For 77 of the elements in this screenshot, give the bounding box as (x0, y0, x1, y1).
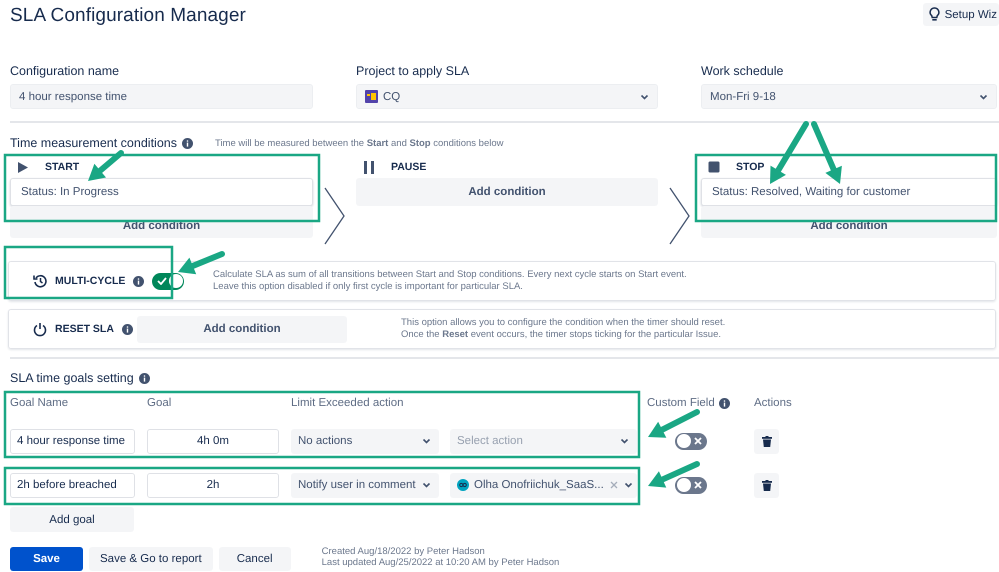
column-header: Goal (147, 397, 172, 409)
pause-icon (363, 160, 375, 174)
annotation-arrow (770, 121, 809, 184)
info-icon (138, 372, 150, 384)
select-field[interactable]: No actions (291, 428, 439, 454)
clear-icon (610, 481, 618, 489)
text-field[interactable]: 4 hour response time (10, 84, 313, 109)
field-label: Work schedule (701, 64, 784, 78)
column-header: Actions (754, 397, 792, 409)
select-field[interactable]: CQ (356, 84, 658, 109)
section-title: SLA time goals setting (10, 371, 134, 385)
caret-icon (640, 94, 649, 100)
description-text: Once the Reset event occurs, the timer stops ticking for the particular Issue. (401, 329, 722, 341)
power-icon (33, 322, 47, 336)
section-title: Time measurement conditions (10, 136, 177, 150)
annotation-arrow (648, 409, 700, 438)
add-condition-button[interactable]: Add condition (137, 316, 347, 342)
setup-wizard-button[interactable]: Setup Wiz (922, 3, 999, 26)
info-icon (122, 324, 133, 334)
condition-chip[interactable]: Status: Resolved, Waiting for customer (701, 178, 997, 206)
meta-text: Last updated Aug/25/2022 at 10:20 AM by Peter Hadson (322, 557, 560, 568)
delete-button[interactable] (754, 472, 779, 498)
trash-icon (762, 436, 772, 446)
save-button[interactable]: Save (10, 547, 83, 571)
toggle-switch[interactable] (152, 272, 184, 290)
annotation-arrow (811, 121, 842, 184)
text-field[interactable]: 2h before breached (10, 472, 135, 498)
close-icon (694, 481, 702, 489)
option-label: RESET SLA (55, 323, 114, 335)
hint-text: Time will be measured between the Start and Stop conditions below (214, 138, 504, 148)
caret-icon (624, 482, 633, 488)
caret-icon (422, 438, 431, 444)
condition-chip[interactable]: Status: In Progress (10, 178, 313, 206)
lightbulb-icon (928, 7, 940, 22)
condition-type-label: START (45, 161, 80, 173)
caret-icon (620, 438, 629, 444)
select-field[interactable]: Olha Onofriichuk_SaaS... (450, 472, 637, 498)
annotation-arrow (648, 461, 700, 488)
description-text: This option allows you to configure the condition when the timer should reset. (401, 317, 726, 329)
column-header: Custom Field (647, 397, 715, 409)
condition-type-label: STOP (736, 161, 764, 173)
select-field[interactable]: Notify user in comment (291, 472, 439, 498)
field-label: Configuration name (10, 64, 120, 78)
info-icon (182, 138, 193, 148)
column-header: Limit Exceeded action (291, 397, 404, 409)
description-text: Calculate SLA as sum of all transitions between Start and Stop conditions. Every next cycle starts on Start event. (213, 269, 687, 281)
toggle-switch[interactable] (675, 476, 707, 494)
add-goal-button[interactable]: Add goal (10, 507, 134, 532)
page-title: SLA Configuration Manager (10, 5, 246, 27)
play-icon (17, 160, 29, 174)
project-icon (365, 90, 378, 103)
option-label: MULTI-CYCLE (55, 275, 126, 287)
info-icon (133, 276, 144, 286)
text-field[interactable]: 4 hour response time (10, 428, 135, 454)
column-header: Goal Name (10, 397, 68, 409)
close-icon (694, 437, 702, 445)
stop-icon (708, 160, 720, 174)
annotation-arrow (88, 150, 124, 181)
field-label: Project to apply SLA (356, 64, 470, 78)
text-field[interactable]: 4h 0m (147, 428, 279, 454)
action-button[interactable]: Cancel (218, 547, 291, 571)
select-field[interactable]: Mon-Fri 9-18 (701, 84, 997, 109)
caret-icon (422, 482, 431, 488)
action-button[interactable]: Save & Go to report (89, 547, 213, 571)
trash-icon (762, 480, 772, 490)
meta-text: Created Aug/18/2022 by Peter Hadson (322, 546, 486, 557)
add-condition-button[interactable]: Add condition (356, 178, 658, 206)
caret-icon (979, 94, 988, 100)
check-icon (157, 277, 168, 285)
description-text: Leave this option disabled if only first cycle is important for particular SLA. (213, 281, 524, 293)
info-icon (718, 398, 730, 408)
text-field[interactable]: 2h (147, 472, 279, 498)
toggle-switch[interactable] (675, 432, 707, 450)
avatar-icon (457, 479, 469, 491)
delete-button[interactable] (754, 428, 779, 454)
history-icon (33, 274, 47, 288)
condition-type-label: PAUSE (391, 161, 426, 173)
